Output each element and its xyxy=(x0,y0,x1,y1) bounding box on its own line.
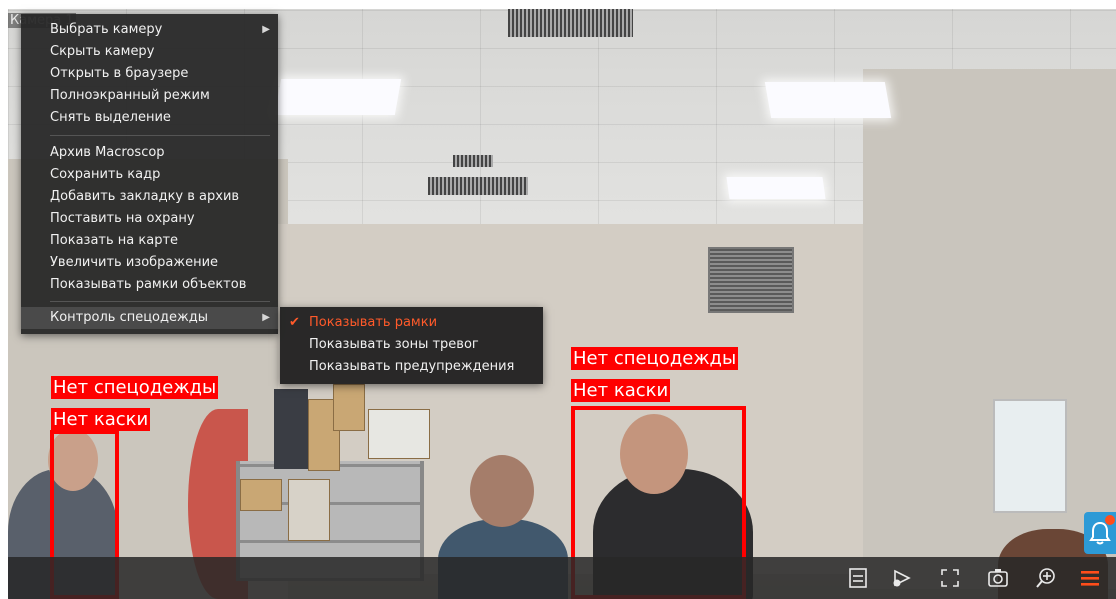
ceiling-vent xyxy=(428,177,528,195)
ceiling-vent xyxy=(453,155,493,167)
scene-right-wall xyxy=(863,69,1116,589)
detection-label-no-helmet: Нет каски xyxy=(571,379,671,402)
ceiling-light xyxy=(726,177,826,199)
menu-item-label: Выбрать камеру xyxy=(50,22,163,37)
menu-item-label: Контроль спецодежды xyxy=(50,310,208,325)
submenu-item-show-frames[interactable]: ✔ Показывать рамки xyxy=(280,312,543,334)
menu-item-arm[interactable]: Поставить на охрану xyxy=(21,208,278,230)
zoom-in-icon[interactable] xyxy=(1034,566,1058,590)
menu-item-show-object-frames[interactable]: Показывать рамки объектов xyxy=(21,274,278,296)
menu-item-label: Поставить на охрану xyxy=(50,211,195,226)
detection-label-no-workwear: Нет спецодежды xyxy=(51,376,219,399)
menu-item-select-camera[interactable]: Выбрать камеру ▶ xyxy=(21,19,278,41)
detection-label-no-helmet: Нет каски xyxy=(51,408,151,431)
menu-item-archive[interactable]: Архив Macroscop xyxy=(21,142,278,164)
list-icon[interactable] xyxy=(846,566,870,590)
scene-box xyxy=(368,409,430,459)
wall-grill xyxy=(708,247,794,313)
submenu-arrow-icon: ▶ xyxy=(262,24,270,35)
menu-item-zoom-image[interactable]: Увеличить изображение xyxy=(21,252,278,274)
person-head xyxy=(470,455,534,527)
scene-box xyxy=(240,479,282,511)
camera-toolbar xyxy=(8,557,1116,599)
menu-item-add-bookmark[interactable]: Добавить закладку в архив xyxy=(21,186,278,208)
submenu-item-show-alarm-zones[interactable]: Показывать зоны тревог xyxy=(280,334,543,356)
menu-item-hide-camera[interactable]: Скрыть камеру xyxy=(21,41,278,63)
scene-door xyxy=(993,399,1067,513)
checkmark-icon: ✔ xyxy=(289,315,300,330)
submenu-item-show-warnings[interactable]: Показывать предупреждения xyxy=(280,356,543,378)
menu-separator xyxy=(50,135,270,136)
menu-item-open-in-browser[interactable]: Открыть в браузере xyxy=(21,63,278,85)
scene-box xyxy=(274,389,308,469)
fullscreen-icon[interactable] xyxy=(938,566,962,590)
workwear-submenu: ✔ Показывать рамки Показывать зоны трево… xyxy=(280,307,543,384)
menu-item-workwear-control[interactable]: Контроль спецодежды ▶ xyxy=(21,307,278,329)
scene-box xyxy=(333,384,365,431)
submenu-item-label: Показывать зоны тревог xyxy=(309,337,479,352)
notification-badge xyxy=(1105,515,1115,525)
menu-item-show-on-map[interactable]: Показать на карте xyxy=(21,230,278,252)
scene-box xyxy=(288,479,330,541)
menu-item-label: Открыть в браузере xyxy=(50,66,189,81)
camera-settings-icon[interactable] xyxy=(890,566,914,590)
submenu-item-label: Показывать рамки xyxy=(309,315,438,330)
menu-separator xyxy=(50,301,270,302)
ceiling-light xyxy=(274,79,402,115)
menu-item-label: Полноэкранный режим xyxy=(50,88,210,103)
detection-label-no-workwear: Нет спецодежды xyxy=(571,347,739,370)
camera-context-menu: Выбрать камеру ▶ Скрыть камеру Открыть в… xyxy=(21,14,278,334)
menu-item-label: Показывать рамки объектов xyxy=(50,277,247,292)
menu-item-save-frame[interactable]: Сохранить кадр xyxy=(21,164,278,186)
menu-item-fullscreen[interactable]: Полноэкранный режим xyxy=(21,85,278,107)
menu-item-deselect[interactable]: Снять выделение xyxy=(21,107,278,129)
submenu-item-label: Показывать предупреждения xyxy=(309,359,515,374)
ceiling-light xyxy=(764,82,892,118)
snapshot-icon[interactable] xyxy=(986,566,1010,590)
menu-item-label: Сохранить кадр xyxy=(50,167,161,182)
menu-item-label: Скрыть камеру xyxy=(50,44,155,59)
menu-item-label: Увеличить изображение xyxy=(50,255,219,270)
menu-item-label: Добавить закладку в архив xyxy=(50,189,240,204)
submenu-arrow-icon: ▶ xyxy=(262,312,270,323)
menu-icon[interactable] xyxy=(1078,566,1102,590)
ceiling-vent xyxy=(508,9,633,37)
menu-item-label: Архив Macroscop xyxy=(50,145,165,160)
menu-item-label: Снять выделение xyxy=(50,110,171,125)
menu-item-label: Показать на карте xyxy=(50,233,179,248)
notification-button[interactable] xyxy=(1084,512,1116,554)
